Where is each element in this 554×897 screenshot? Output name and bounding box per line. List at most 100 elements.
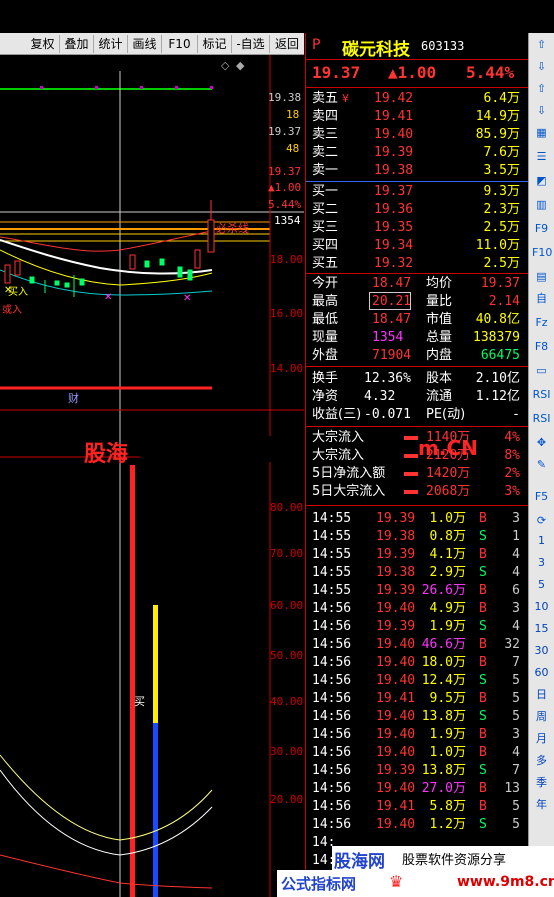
- orderbook-sell-row[interactable]: 卖二 19.39 7.6万: [306, 144, 526, 162]
- finance-marker: 财: [68, 392, 79, 405]
- toolbar-f10-button[interactable]: F10: [162, 35, 198, 53]
- tick-count: 1: [512, 529, 520, 544]
- toolbar-stats-button[interactable]: 统计: [94, 35, 128, 53]
- toolbar-back-button[interactable]: 返回: [270, 35, 304, 53]
- period-button[interactable]: 月: [532, 731, 551, 747]
- period-button[interactable]: 60: [532, 665, 551, 681]
- toolbar-overlay-button[interactable]: 叠加: [60, 35, 94, 53]
- hover-value: 1354: [274, 214, 301, 227]
- tick-row: 14:56 19.40 27.0万 B 13: [306, 780, 526, 798]
- volume-icon[interactable]: ▤: [532, 269, 551, 285]
- period-button[interactable]: 周: [532, 709, 551, 725]
- pen-icon[interactable]: ✎: [532, 457, 551, 473]
- period-button[interactable]: 30: [532, 643, 551, 659]
- stat-label: 总量: [426, 330, 453, 345]
- tick-price: 19.40: [376, 637, 416, 652]
- fz-icon[interactable]: Fz: [532, 315, 551, 331]
- move-icon[interactable]: ✥: [532, 435, 551, 451]
- f8-icon[interactable]: F8: [532, 339, 551, 355]
- tick-row: 14:56 19.39 13.8万 S 7: [306, 762, 526, 780]
- indicator-line-white: [0, 769, 213, 856]
- flow-amount: 1140万: [426, 430, 471, 445]
- indicator-axis-tick: 30.00: [270, 745, 304, 758]
- banner-url: www.9m8.cn: [457, 874, 554, 890]
- f5-icon[interactable]: F5: [532, 489, 551, 505]
- separator: [306, 273, 528, 274]
- tick-side: B: [479, 583, 487, 598]
- tick-volume: 4.9万: [429, 601, 466, 616]
- tick-side: S: [479, 763, 487, 778]
- settings-icon[interactable]: ◆: [236, 59, 244, 72]
- orderbook-sell-row[interactable]: 卖四 19.41 14.9万: [306, 108, 526, 126]
- rsi-alt-icon[interactable]: RSI: [532, 411, 551, 427]
- level-label: 买四: [312, 238, 339, 253]
- stat-value: 2.14: [488, 294, 520, 309]
- tick-volume: 4.1万: [429, 547, 466, 562]
- tick-row: 14:55 19.38 0.8万 S 1: [306, 528, 526, 546]
- level-price: 19.37: [374, 184, 414, 199]
- f9-icon[interactable]: F9: [532, 221, 551, 237]
- orderbook-buy-row[interactable]: 买三 19.35 2.5万: [306, 219, 526, 237]
- orderbook-buy-row[interactable]: 买五 19.32 2.5万: [306, 255, 526, 273]
- custom-icon[interactable]: 自: [532, 291, 551, 307]
- period-button[interactable]: 日: [532, 687, 551, 703]
- tick-row: 14:56 19.40 1.0万 B 4: [306, 744, 526, 762]
- tick-price: 19.39: [376, 619, 416, 634]
- toolbar-watchlist-button[interactable]: -自选: [232, 35, 270, 53]
- orderbook-buy-row[interactable]: 买二 19.36 2.3万: [306, 201, 526, 219]
- list-icon[interactable]: ☰: [532, 149, 551, 165]
- period-button[interactable]: 3: [532, 555, 551, 571]
- flow-row: 大宗流入 2120万 8%: [306, 447, 526, 465]
- grid-icon[interactable]: ▦: [532, 125, 551, 141]
- period-button[interactable]: 年: [532, 797, 551, 813]
- period-button[interactable]: 多: [532, 753, 551, 769]
- tick-side: S: [479, 619, 487, 634]
- level-label: 卖四: [312, 109, 339, 124]
- period-button[interactable]: 15: [532, 621, 551, 637]
- toolbar-fuquan-button[interactable]: 复权: [26, 35, 60, 53]
- line-chart-icon[interactable]: ◩: [532, 173, 551, 189]
- orderbook-sell-row[interactable]: 卖一 19.38 3.5万: [306, 162, 526, 180]
- indicator-line-yellow: [0, 754, 213, 841]
- chart-area[interactable]: ✕ ✕ ✕ ◇ ◆ 19.38 18 19.37 48 19.37 ▲1.00 …: [0, 55, 304, 897]
- candle-icon[interactable]: ▥: [532, 197, 551, 213]
- toolbar-draw-button[interactable]: 画线: [128, 35, 162, 53]
- period-button[interactable]: 季: [532, 775, 551, 791]
- flow-pct: 8%: [504, 448, 520, 463]
- rsi-icon[interactable]: RSI: [532, 387, 551, 403]
- indicator-axis-tick: 60.00: [270, 599, 304, 612]
- stats-row: 今开 18.47 均价 19.37: [306, 275, 526, 293]
- arrow-up-icon[interactable]: ⇧: [532, 81, 551, 97]
- expand-icon[interactable]: ◇: [221, 59, 229, 72]
- orderbook-sell-row[interactable]: 卖三 19.40 85.9万: [306, 126, 526, 144]
- orderbook-buy-row[interactable]: 买一 19.37 9.3万: [306, 183, 526, 201]
- tick-count: 7: [512, 655, 520, 670]
- stat-label: 内盘: [426, 348, 453, 363]
- tick-side: S: [479, 673, 487, 688]
- scroll-down-icon[interactable]: ⇩: [532, 59, 551, 75]
- refresh-icon[interactable]: ⟳: [532, 513, 551, 529]
- orderbook-buy-row[interactable]: 买四 19.34 11.0万: [306, 237, 526, 255]
- stat-label: 外盘: [312, 348, 339, 363]
- quote-panel: P 碳元科技 603133 19.37 ▲1.00 5.44% 卖五 ¥ 19.…: [305, 33, 528, 897]
- indicator-axis-tick: 20.00: [270, 793, 304, 806]
- stat-value: 66475: [480, 348, 520, 363]
- tick-count: 3: [512, 511, 520, 526]
- stats-row: 最低 18.47 市值 40.8亿: [306, 311, 526, 329]
- period-button[interactable]: 10: [532, 599, 551, 615]
- tick-price: 19.40: [376, 781, 416, 796]
- flow-row: 5日大宗流入 2068万 3%: [306, 483, 526, 501]
- tick-price: 19.40: [376, 601, 416, 616]
- hover-value: ▲1.00: [268, 181, 302, 194]
- tick-side: B: [479, 727, 487, 742]
- stat-label: 流通: [426, 389, 453, 404]
- tick-price: 19.39: [376, 511, 416, 526]
- period-button[interactable]: 5: [532, 577, 551, 593]
- period-button[interactable]: 1: [532, 533, 551, 549]
- indicator-icon[interactable]: ▭: [532, 363, 551, 379]
- scroll-up-icon[interactable]: ⇧: [532, 37, 551, 53]
- f10-icon[interactable]: F10: [532, 245, 552, 261]
- orderbook-sell-row[interactable]: 卖五 ¥ 19.42 6.4万: [306, 90, 526, 108]
- toolbar-mark-button[interactable]: 标记: [198, 35, 232, 53]
- arrow-down-icon[interactable]: ⇩: [532, 103, 551, 119]
